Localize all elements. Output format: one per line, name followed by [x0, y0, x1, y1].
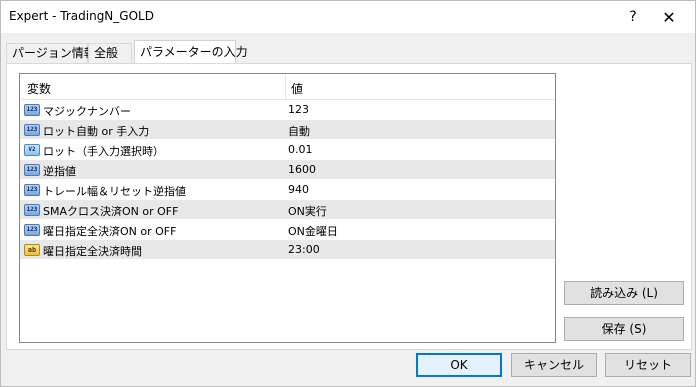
param-name: トレール幅＆リセット逆指値: [43, 185, 186, 198]
reset-button[interactable]: リセット: [605, 353, 691, 377]
table-row[interactable]: V2 ロット（手入力選択時） 0.01: [20, 140, 555, 160]
param-name: 逆指値: [43, 165, 76, 178]
param-name: ロット（手入力選択時）: [43, 145, 164, 158]
parameters-table: 変数 値 123 マジックナンバー 123 123 ロット自動 or 手入力 自…: [19, 73, 556, 343]
double-icon: V2: [24, 144, 40, 156]
param-value[interactable]: 0.01: [288, 143, 313, 156]
table-row[interactable]: 123 逆指値 1600: [20, 160, 555, 180]
column-header-variable[interactable]: 変数: [27, 80, 51, 97]
param-name: ロット自動 or 手入力: [43, 125, 150, 138]
tab-input-parameters[interactable]: パラメーターの入力: [134, 40, 248, 64]
param-value[interactable]: 123: [288, 103, 309, 116]
string-icon: ab: [24, 244, 40, 256]
int-icon: 123: [24, 124, 40, 136]
param-value[interactable]: ON実行: [288, 203, 327, 219]
param-name: SMAクロス決済ON or OFF: [43, 205, 179, 218]
param-value[interactable]: 23:00: [288, 243, 320, 256]
param-value[interactable]: 1600: [288, 163, 316, 176]
window-title: Expert - TradingN_GOLD: [9, 9, 154, 23]
title-bar: Expert - TradingN_GOLD ? ✕: [1, 1, 695, 33]
close-button[interactable]: ✕: [649, 1, 689, 33]
table-row[interactable]: 123 ロット自動 or 手入力 自動: [20, 120, 555, 140]
table-row[interactable]: 123 曜日指定全決済ON or OFF ON金曜日: [20, 220, 555, 240]
param-value[interactable]: 940: [288, 183, 309, 196]
int-icon: 123: [24, 224, 40, 236]
expert-dialog: Expert - TradingN_GOLD ? ✕ パージョン情報 全般 パラ…: [0, 0, 696, 387]
load-button[interactable]: 読み込み (L): [564, 281, 684, 305]
param-name: 曜日指定全決済ON or OFF: [43, 225, 177, 238]
help-icon: ?: [629, 9, 637, 25]
int-icon: 123: [24, 204, 40, 216]
int-icon: 123: [24, 104, 40, 116]
column-divider[interactable]: [285, 74, 286, 100]
table-row[interactable]: 123 マジックナンバー 123: [20, 100, 555, 120]
close-icon: ✕: [662, 7, 676, 27]
int-icon: 123: [24, 164, 40, 176]
tab-panel: 変数 値 123 マジックナンバー 123 123 ロット自動 or 手入力 自…: [6, 63, 692, 350]
column-header-value[interactable]: 値: [291, 80, 303, 97]
help-button[interactable]: ?: [613, 1, 653, 33]
param-value[interactable]: ON金曜日: [288, 223, 338, 239]
param-name: マジックナンバー: [43, 105, 131, 118]
table-row[interactable]: ab 曜日指定全決済時間 23:00: [20, 240, 555, 260]
tab-general[interactable]: 全般: [88, 43, 132, 64]
param-value[interactable]: 自動: [288, 123, 310, 139]
table-header: 変数 値: [20, 74, 555, 100]
ok-button[interactable]: OK: [416, 353, 502, 377]
int-icon: 123: [24, 184, 40, 196]
save-button[interactable]: 保存 (S): [564, 317, 684, 341]
param-name: 曜日指定全決済時間: [43, 245, 142, 258]
table-row[interactable]: 123 トレール幅＆リセット逆指値 940: [20, 180, 555, 200]
tab-version-info[interactable]: パージョン情報: [6, 43, 96, 64]
table-row[interactable]: 123 SMAクロス決済ON or OFF ON実行: [20, 200, 555, 220]
cancel-button[interactable]: キャンセル: [511, 353, 597, 377]
